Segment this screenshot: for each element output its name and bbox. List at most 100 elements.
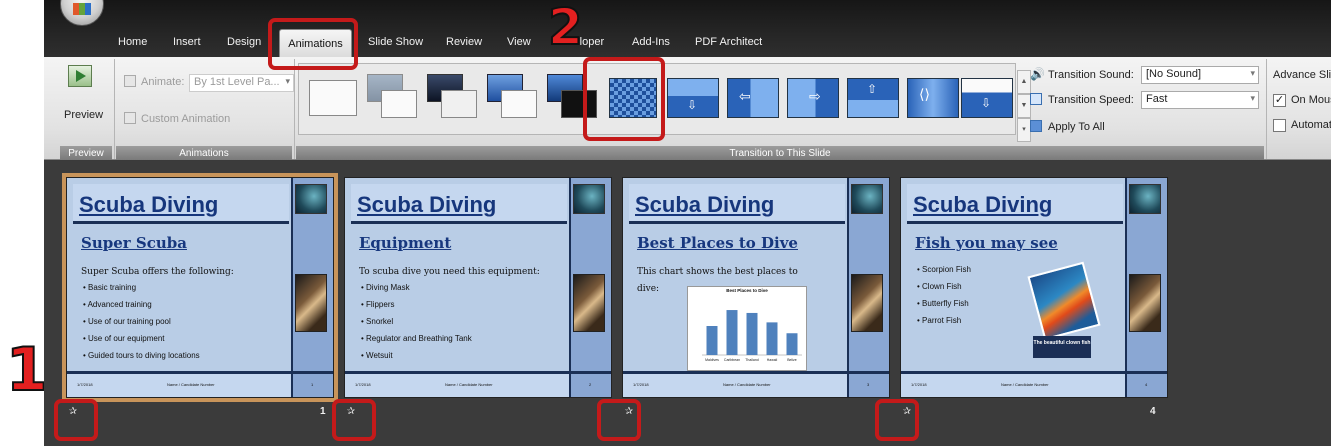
bullet: • Advanced training xyxy=(83,300,152,309)
animate-select[interactable]: By 1st Level Pa... ▾ xyxy=(189,74,294,92)
chart-category-label: Maldives xyxy=(705,358,719,362)
slide-number-box: 1 xyxy=(291,371,333,397)
arrow-up-icon: ⇧ xyxy=(867,82,878,96)
chevron-down-icon: ▾ xyxy=(285,76,290,86)
transition-none[interactable] xyxy=(305,72,361,124)
slide-heading: Fish you may see xyxy=(915,234,1058,252)
highlight-transition-icon-2 xyxy=(332,399,376,441)
group-divider xyxy=(294,59,295,159)
transition-cut[interactable] xyxy=(485,72,541,124)
transition-wipe-down[interactable]: ⇩ xyxy=(665,72,721,124)
slide-body: To scuba dive you need this equipment: xyxy=(359,267,540,277)
chart-category-label: Thailand xyxy=(745,358,758,362)
preview-label: Preview xyxy=(64,109,104,121)
bullet: • Regulator and Breathing Tank xyxy=(361,334,472,343)
apply-to-all-button[interactable]: Apply To All xyxy=(1048,121,1105,133)
transition-wipe-right[interactable]: ⇨ xyxy=(785,72,841,124)
tab-slide-show[interactable]: Slide Show xyxy=(368,36,423,48)
transition-wipe-up[interactable]: ⇧ xyxy=(845,72,901,124)
chart-category-label: Caribbean xyxy=(724,358,740,362)
animate-label: Animate: xyxy=(141,76,185,88)
slide-title: Scuba Diving xyxy=(357,192,497,217)
slide-sorter: Scuba Diving Super Scuba Super Scuba off… xyxy=(44,161,1331,446)
tab-insert[interactable]: Insert xyxy=(173,36,201,48)
tab-view[interactable]: View xyxy=(507,36,531,48)
bullet: • Basic training xyxy=(83,283,137,292)
automatically-label: Automatical xyxy=(1291,119,1331,131)
tab-home[interactable]: Home xyxy=(118,36,147,48)
chart-bar xyxy=(766,322,778,355)
custom-animation-button[interactable]: Custom Animation xyxy=(141,113,230,125)
bullet: • Scorpion Fish xyxy=(917,265,971,274)
transition-group-label: Transition to This Slide xyxy=(296,146,1264,160)
transition-push-down[interactable]: ⇩ xyxy=(961,72,1017,124)
apply-all-icon xyxy=(1030,120,1042,132)
arrow-right-icon: ⇨ xyxy=(809,88,821,104)
bullet: • Use of our training pool xyxy=(83,317,171,326)
bullet: • Use of our equipment xyxy=(83,334,165,343)
bullet: • Guided tours to diving locations xyxy=(83,351,200,360)
slide-thumbnail-4[interactable]: Scuba Diving Fish you may see • Scorpion… xyxy=(900,177,1168,398)
chart-bar xyxy=(726,310,738,355)
bullet: • Clown Fish xyxy=(917,282,962,291)
highlight-dissolve-transition xyxy=(583,57,665,141)
on-mouse-click-checkbox[interactable]: ✓ xyxy=(1273,94,1286,107)
fish-image xyxy=(573,184,605,214)
office-button[interactable] xyxy=(60,0,104,26)
slide-thumbnail-3[interactable]: Scuba Diving Best Places to Dive This ch… xyxy=(622,177,890,398)
preview-button[interactable]: Preview xyxy=(62,61,104,131)
split-arrows-icon: ⟨⟩ xyxy=(919,86,930,102)
diver-image xyxy=(573,274,605,332)
slide-number-box: 4 xyxy=(1125,371,1167,397)
highlight-transition-icon-3 xyxy=(597,399,641,441)
transition-fade-smoothly[interactable] xyxy=(365,72,421,124)
transition-sound-select[interactable]: [No Sound] ▾ xyxy=(1141,66,1259,84)
highlight-transition-icon-1 xyxy=(54,399,98,441)
tab-add-ins[interactable]: Add-Ins xyxy=(632,36,670,48)
speed-icon xyxy=(1030,93,1042,105)
preview-icon xyxy=(68,65,92,87)
fish-image xyxy=(851,184,883,214)
diver-image xyxy=(1129,274,1161,332)
group-divider xyxy=(114,59,115,159)
slide-title-box: Scuba Diving xyxy=(351,184,567,224)
animate-value: By 1st Level Pa... xyxy=(194,76,280,88)
highlight-animations-tab xyxy=(268,18,358,70)
slide-thumbnail-2[interactable]: Scuba Diving Equipment To scuba dive you… xyxy=(344,177,612,398)
scroll-down-icon[interactable]: ▼ xyxy=(1017,94,1031,118)
animate-icon xyxy=(124,75,136,87)
tab-design[interactable]: Design xyxy=(227,36,261,48)
clown-fish-image xyxy=(1027,261,1101,341)
slide-thumbnail-1[interactable]: Scuba Diving Super Scuba Super Scuba off… xyxy=(62,173,338,402)
bullet: • Butterfly Fish xyxy=(917,299,969,308)
preview-group-label: Preview xyxy=(60,146,112,160)
on-mouse-click-label: On Mouse C xyxy=(1291,94,1331,106)
fish-image xyxy=(295,184,327,214)
slide-page-number: 4 xyxy=(1150,406,1156,417)
slide-title-box: Scuba Diving xyxy=(629,184,845,224)
tab-review[interactable]: Review xyxy=(446,36,482,48)
gallery-scroll: ▲ ▼ ▾ xyxy=(1017,70,1031,142)
automatically-checkbox[interactable] xyxy=(1273,119,1286,132)
transition-speed-value: Fast xyxy=(1146,93,1168,105)
chart-category-label: Belize xyxy=(787,358,797,362)
transition-sound-label: Transition Sound: xyxy=(1048,69,1134,81)
more-icon[interactable]: ▾ xyxy=(1017,118,1031,142)
chart-bar xyxy=(786,333,798,355)
bar-chart: Best Places to Dive Maldives Caribbean Tha… xyxy=(687,286,807,371)
transition-fade-through-black[interactable] xyxy=(425,72,481,124)
diver-image xyxy=(295,274,327,332)
slide-title: Scuba Diving xyxy=(79,192,219,217)
slide-body: Super Scuba offers the following: xyxy=(81,267,234,277)
transition-split[interactable]: ⟨⟩ xyxy=(905,72,961,124)
image-caption: The beautiful clown fish xyxy=(1033,336,1091,358)
tab-pdf-architect[interactable]: PDF Architect xyxy=(695,36,762,48)
transition-sound-value: [No Sound] xyxy=(1146,68,1202,80)
scroll-up-icon[interactable]: ▲ xyxy=(1017,70,1031,94)
custom-animation-icon xyxy=(124,112,136,124)
slide-title-box: Scuba Diving xyxy=(73,184,289,224)
transition-wipe-left[interactable]: ⇦ xyxy=(725,72,781,124)
sound-icon: 🔊 xyxy=(1030,67,1045,81)
transition-speed-select[interactable]: Fast ▾ xyxy=(1141,91,1259,109)
slide-title-box: Scuba Diving xyxy=(907,184,1123,224)
